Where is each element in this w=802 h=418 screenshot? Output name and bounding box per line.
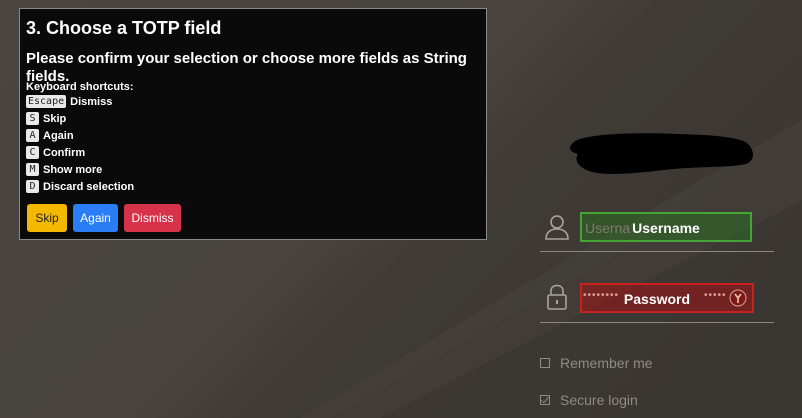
shortcut-discard: D Discard selection xyxy=(26,179,134,194)
shortcut-again: A Again xyxy=(26,128,74,143)
checkbox-box[interactable] xyxy=(540,358,550,368)
key-badge-icon[interactable] xyxy=(729,289,747,307)
remember-me-label: Remember me xyxy=(560,355,653,371)
skip-button[interactable]: Skip xyxy=(27,204,67,232)
dismiss-button[interactable]: Dismiss xyxy=(124,204,181,232)
again-button[interactable]: Again xyxy=(73,204,118,232)
shortcut-key: Escape xyxy=(26,95,67,108)
password-detected-label: Password xyxy=(623,291,691,307)
dialog-title: 3. Choose a TOTP field xyxy=(26,18,222,38)
shortcut-key: D xyxy=(26,180,39,193)
shortcut-key: A xyxy=(26,129,39,142)
shortcut-key: C xyxy=(26,146,39,159)
shortcut-skip: S Skip xyxy=(26,111,66,126)
shortcut-label: Confirm xyxy=(43,146,86,159)
shortcut-label: Discard selection xyxy=(43,180,135,193)
shortcut-key: M xyxy=(26,163,39,176)
shortcut-confirm: C Confirm xyxy=(26,145,85,160)
password-field[interactable]: •••••••• ••••• Password xyxy=(580,283,754,313)
remember-me-checkbox[interactable]: Remember me xyxy=(540,354,653,372)
username-field[interactable]: Userna Username xyxy=(580,212,752,242)
lock-icon xyxy=(547,284,567,310)
shortcut-label: Dismiss xyxy=(70,95,113,108)
secure-login-checkbox[interactable]: Secure login xyxy=(540,391,638,409)
shortcut-label: Again xyxy=(43,129,74,142)
username-row: Userna Username xyxy=(540,208,774,252)
user-icon xyxy=(545,215,569,240)
username-detected-label: Username xyxy=(632,220,700,236)
totp-selection-dialog: 3. Choose a TOTP field Please confirm yo… xyxy=(19,8,487,240)
redaction-mark xyxy=(570,133,753,174)
secure-login-label: Secure login xyxy=(560,392,638,408)
checkbox-box[interactable] xyxy=(540,395,550,405)
shortcut-label: Show more xyxy=(43,163,103,176)
shortcuts-heading: Keyboard shortcuts: xyxy=(26,81,134,93)
password-row: •••••••• ••••• Password xyxy=(540,280,774,323)
shortcut-key: S xyxy=(26,112,39,125)
shortcut-label: Skip xyxy=(43,112,67,125)
shortcut-escape: Escape Dismiss xyxy=(26,94,112,109)
shortcut-show-more: M Show more xyxy=(26,162,102,177)
